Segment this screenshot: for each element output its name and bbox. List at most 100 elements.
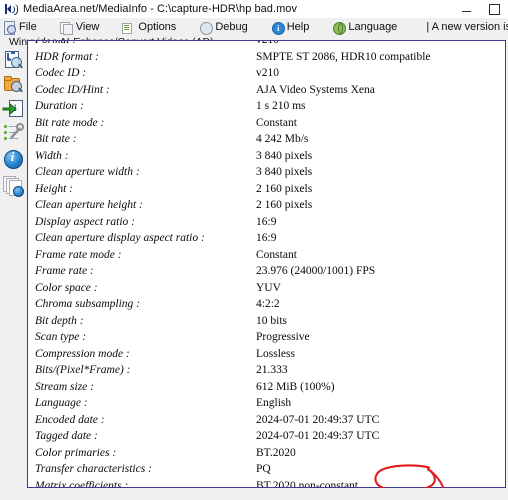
detail-row: Codec ID : v210 bbox=[28, 65, 505, 82]
detail-row: Format : v210 bbox=[28, 40, 505, 49]
detail-row: Chroma subsampling : 4:2:2 bbox=[28, 296, 505, 313]
detail-label: Bit depth : bbox=[35, 314, 84, 327]
menu-item-view[interactable]: View bbox=[57, 18, 103, 36]
detail-value: 4 242 Mb/s bbox=[256, 133, 309, 146]
menu-item-options[interactable]: Options bbox=[119, 18, 179, 36]
detail-label: Stream size : bbox=[35, 380, 94, 393]
tree-view-icon bbox=[2, 122, 24, 144]
detail-row: Stream size : 612 MiB (100%) bbox=[28, 379, 505, 396]
menu-label: File bbox=[19, 21, 37, 33]
detail-label: Bit rate : bbox=[35, 133, 77, 146]
detail-value: v210 bbox=[256, 40, 279, 47]
menu-item-debug[interactable]: Debug bbox=[196, 18, 250, 36]
new-version-notice[interactable]: | A new version is available bbox=[426, 21, 508, 33]
detail-row: Clean aperture display aspect ratio : 16:… bbox=[28, 230, 505, 247]
detail-row: Tagged date : 2024-07-01 20:49:37 UTC bbox=[28, 428, 505, 445]
detail-row: Codec ID/Hint : AJA Video Systems Xena bbox=[28, 82, 505, 99]
menu-label: View bbox=[75, 21, 100, 33]
title-bar: MediaArea.net/MediaInfo - C:\capture-HDR… bbox=[0, 0, 508, 19]
sidebar-item-tree-view[interactable] bbox=[2, 122, 24, 144]
detail-label: Clean aperture display aspect ratio : bbox=[35, 232, 205, 245]
detail-value: Constant bbox=[256, 248, 297, 261]
detail-value: English bbox=[256, 397, 292, 410]
menu-bar: File View Options Debug i Help Language … bbox=[0, 18, 508, 36]
detail-label: Chroma subsampling : bbox=[35, 298, 140, 311]
detail-value: 21.333 bbox=[256, 364, 288, 377]
bottom-strip bbox=[0, 488, 508, 500]
sidebar-item-export-info[interactable]: i bbox=[2, 98, 24, 120]
detail-value: 10 bits bbox=[256, 314, 287, 327]
export-info-icon: i bbox=[2, 98, 24, 120]
detail-row: Transfer characteristics : PQ bbox=[28, 461, 505, 478]
media-details-panel[interactable]: Format : v210 HDR format : SMPTE ST 2086, H… bbox=[27, 40, 506, 488]
detail-value: 2024-07-01 20:49:37 UTC bbox=[256, 430, 380, 443]
detail-row: Height : 2 160 pixels bbox=[28, 181, 505, 198]
detail-row: Encoded date : 2024-07-01 20:49:37 UTC bbox=[28, 412, 505, 429]
detail-value: Lossless bbox=[256, 347, 295, 360]
detail-label: Encoded date : bbox=[35, 413, 105, 426]
detail-row: Width : 3 840 pixels bbox=[28, 148, 505, 165]
menu-label: Debug bbox=[215, 21, 248, 33]
mediainfo-window: MediaArea.net/MediaInfo - C:\capture-HDR… bbox=[0, 0, 508, 500]
detail-label: Scan type : bbox=[35, 331, 87, 344]
menu-label: Language bbox=[348, 21, 398, 33]
menu-item-file[interactable]: File bbox=[0, 18, 40, 36]
detail-label: Compression mode : bbox=[35, 347, 130, 360]
debug-circle-icon bbox=[199, 21, 214, 35]
detail-value: 2024-07-01 20:49:37 UTC bbox=[256, 413, 380, 426]
detail-row: Bit rate mode : Constant bbox=[28, 115, 505, 132]
detail-label: Language : bbox=[35, 397, 88, 410]
sidebar-item-sheet-view[interactable] bbox=[2, 174, 24, 197]
help-info-icon: i bbox=[271, 21, 285, 35]
open-file-icon bbox=[2, 50, 24, 72]
sidebar-item-about-info[interactable]: i bbox=[2, 148, 24, 170]
detail-row: Display aspect ratio : 16:9 bbox=[28, 214, 505, 231]
detail-value: Progressive bbox=[256, 331, 310, 344]
detail-value: 2 160 pixels bbox=[256, 182, 313, 195]
mediainfo-speaker-icon bbox=[3, 1, 19, 17]
detail-label: Bits/(Pixel*Frame) : bbox=[35, 364, 131, 377]
detail-row: Bit depth : 10 bits bbox=[28, 313, 505, 330]
detail-label: Clean aperture width : bbox=[35, 166, 140, 179]
detail-row: Duration : 1 s 210 ms bbox=[28, 98, 505, 115]
detail-row: Language : English bbox=[28, 395, 505, 412]
detail-label: Format : bbox=[35, 40, 77, 47]
detail-row: Color space : YUV bbox=[28, 280, 505, 297]
maximize-button[interactable] bbox=[480, 0, 508, 18]
detail-row: HDR format : SMPTE ST 2086, HDR10 compati… bbox=[28, 49, 505, 66]
detail-label: Matrix coefficients : bbox=[35, 479, 129, 488]
detail-value: 4:2:2 bbox=[256, 298, 280, 311]
detail-label: Tagged date : bbox=[35, 430, 98, 443]
sheets-icon bbox=[59, 21, 73, 35]
detail-label: Height : bbox=[35, 182, 74, 195]
minimize-button[interactable] bbox=[452, 0, 480, 18]
menu-item-language[interactable]: Language bbox=[329, 18, 400, 36]
detail-label: Codec ID/Hint : bbox=[35, 83, 110, 96]
detail-row: Matrix coefficients : BT.2020 non-constan… bbox=[28, 478, 505, 488]
window-title: MediaArea.net/MediaInfo - C:\capture-HDR… bbox=[23, 3, 298, 15]
detail-label: Color space : bbox=[35, 281, 98, 294]
globe-icon bbox=[332, 21, 347, 35]
menu-label: Options bbox=[138, 21, 177, 33]
sidebar-item-open-folder[interactable] bbox=[2, 74, 24, 96]
sheet-view-icon bbox=[2, 174, 24, 197]
options-list-icon bbox=[122, 21, 135, 34]
detail-label: Frame rate : bbox=[35, 265, 94, 278]
menu-item-help[interactable]: i Help bbox=[268, 18, 313, 36]
detail-value: 612 MiB (100%) bbox=[256, 380, 335, 393]
detail-label: Transfer characteristics : bbox=[35, 463, 152, 476]
detail-row: Clean aperture height : 2 160 pixels bbox=[28, 197, 505, 214]
detail-value: Constant bbox=[256, 116, 297, 129]
detail-label: Duration : bbox=[35, 100, 84, 113]
file-search-icon bbox=[3, 20, 16, 35]
detail-value: 3 840 pixels bbox=[256, 149, 313, 162]
detail-value: YUV bbox=[256, 281, 281, 294]
detail-row: Frame rate mode : Constant bbox=[28, 247, 505, 264]
detail-row: Scan type : Progressive bbox=[28, 329, 505, 346]
open-folder-icon bbox=[2, 74, 24, 96]
detail-value: SMPTE ST 2086, HDR10 compatible bbox=[256, 50, 431, 63]
detail-value: 1 s 210 ms bbox=[256, 100, 306, 113]
detail-value: BT.2020 bbox=[256, 446, 296, 459]
detail-value: 3 840 pixels bbox=[256, 166, 313, 179]
sidebar-item-open-file[interactable] bbox=[2, 50, 24, 72]
